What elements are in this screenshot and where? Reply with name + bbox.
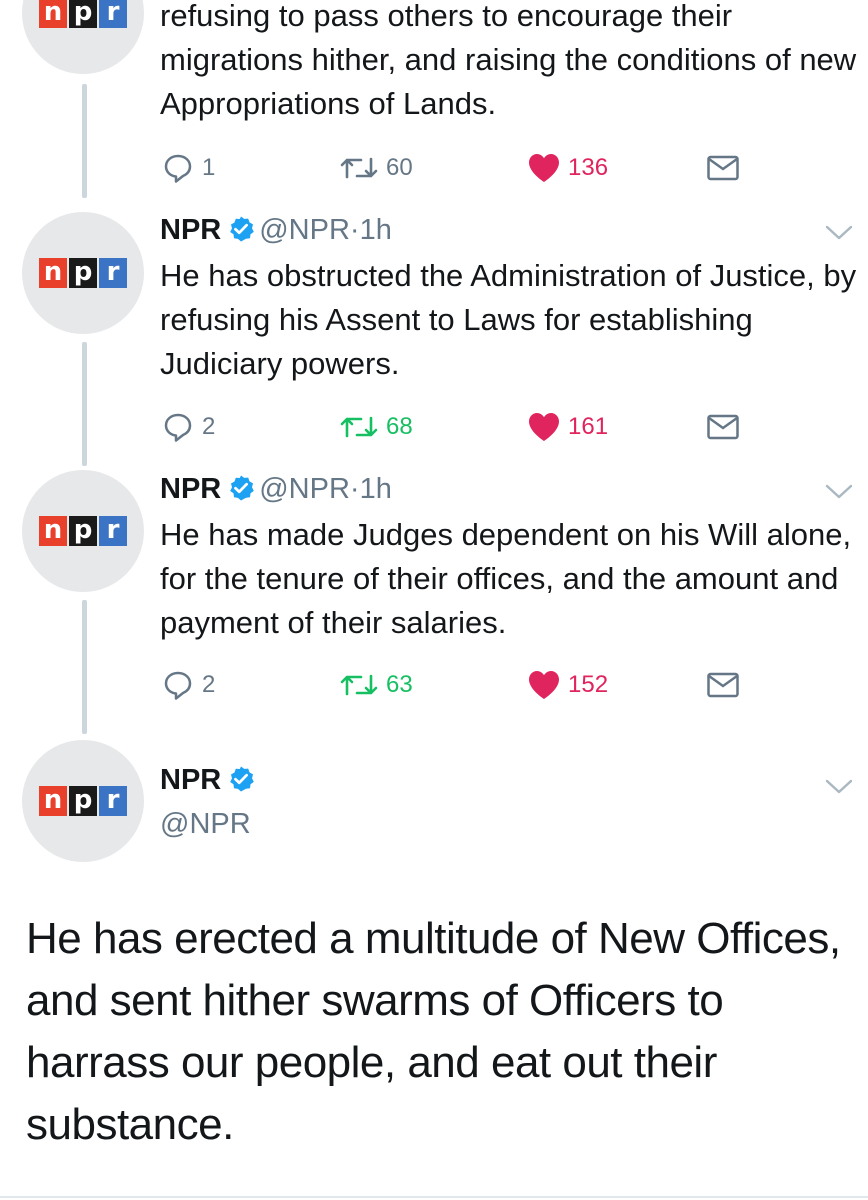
tweet-time[interactable]: 1h bbox=[360, 473, 392, 505]
avatar[interactable]: n p r bbox=[22, 740, 144, 862]
tweet-header: NPR bbox=[160, 764, 259, 797]
divider bbox=[0, 1196, 868, 1198]
tweet-actions: 1 60 136 bbox=[160, 150, 860, 186]
direct-message-button[interactable] bbox=[706, 667, 746, 703]
thread-line bbox=[82, 600, 87, 734]
retweet-count: 63 bbox=[386, 671, 413, 698]
npr-logo: n p r bbox=[39, 516, 127, 546]
retweet-button[interactable]: 60 bbox=[338, 150, 413, 186]
author-name[interactable]: NPR bbox=[160, 473, 221, 505]
chevron-down-icon[interactable] bbox=[824, 222, 854, 242]
npr-logo: n p r bbox=[39, 258, 127, 288]
chevron-down-icon[interactable] bbox=[824, 776, 854, 796]
tweet-text: He has made Judges dependent on his Will… bbox=[160, 517, 852, 640]
envelope-icon bbox=[707, 414, 739, 440]
tweet-text: He has obstructed the Administration of … bbox=[160, 258, 857, 381]
author-name[interactable]: NPR bbox=[160, 214, 221, 246]
envelope-icon bbox=[707, 672, 739, 698]
npr-logo: n p r bbox=[39, 786, 127, 816]
verified-badge-icon bbox=[230, 766, 255, 792]
retweet-count: 60 bbox=[386, 154, 413, 181]
retweet-icon bbox=[340, 674, 378, 696]
retweet-button[interactable]: 63 bbox=[338, 667, 413, 703]
retweet-count: 68 bbox=[386, 413, 413, 440]
retweet-icon bbox=[340, 416, 378, 438]
heart-icon bbox=[529, 413, 559, 441]
author-handle[interactable]: @NPR bbox=[259, 473, 350, 505]
avatar[interactable]: n p r bbox=[22, 212, 144, 334]
tweet-actions: 2 68 161 bbox=[160, 409, 860, 445]
reply-icon bbox=[164, 671, 192, 700]
npr-logo: n p r bbox=[39, 0, 127, 28]
separator-dot: · bbox=[349, 214, 360, 246]
thread-line bbox=[82, 84, 87, 198]
tweet-text: refusing to pass others to encourage the… bbox=[160, 0, 857, 121]
like-button[interactable]: 136 bbox=[526, 150, 608, 186]
tweet-time[interactable]: 1h bbox=[360, 214, 392, 246]
like-count: 152 bbox=[568, 671, 609, 698]
like-count: 161 bbox=[568, 413, 609, 440]
tweet-header: NPR @NPR·1h bbox=[160, 214, 392, 247]
like-button[interactable]: 161 bbox=[526, 409, 608, 445]
separator-dot: · bbox=[349, 473, 360, 505]
avatar[interactable]: n p r bbox=[22, 470, 144, 592]
like-button[interactable]: 152 bbox=[526, 667, 608, 703]
avatar[interactable]: n p r bbox=[22, 0, 144, 74]
direct-message-button[interactable] bbox=[706, 409, 746, 445]
tweet-header: NPR @NPR·1h bbox=[160, 473, 392, 506]
reply-button[interactable]: 2 bbox=[160, 409, 215, 445]
heart-icon bbox=[529, 671, 559, 699]
reply-count: 1 bbox=[202, 154, 216, 181]
heart-icon bbox=[529, 154, 559, 182]
tweet-actions: 2 63 152 bbox=[160, 667, 860, 703]
author-name[interactable]: NPR bbox=[160, 764, 221, 796]
reply-button[interactable]: 2 bbox=[160, 667, 215, 703]
verified-badge-icon bbox=[230, 216, 255, 242]
reply-button[interactable]: 1 bbox=[160, 150, 215, 186]
like-count: 136 bbox=[568, 154, 609, 181]
reply-count: 2 bbox=[202, 413, 216, 440]
chevron-down-icon[interactable] bbox=[824, 481, 854, 501]
author-handle[interactable]: @NPR bbox=[259, 214, 350, 246]
author-handle[interactable]: @NPR bbox=[160, 808, 251, 841]
reply-count: 2 bbox=[202, 671, 216, 698]
envelope-icon bbox=[707, 155, 739, 181]
retweet-icon bbox=[340, 157, 378, 179]
reply-icon bbox=[164, 413, 192, 442]
focused-tweet-text: He has erected a multitude of New Office… bbox=[26, 914, 841, 1149]
direct-message-button[interactable] bbox=[706, 150, 746, 186]
verified-badge-icon bbox=[230, 475, 255, 501]
retweet-button[interactable]: 68 bbox=[338, 409, 413, 445]
reply-icon bbox=[164, 154, 192, 183]
thread-line bbox=[82, 342, 87, 466]
